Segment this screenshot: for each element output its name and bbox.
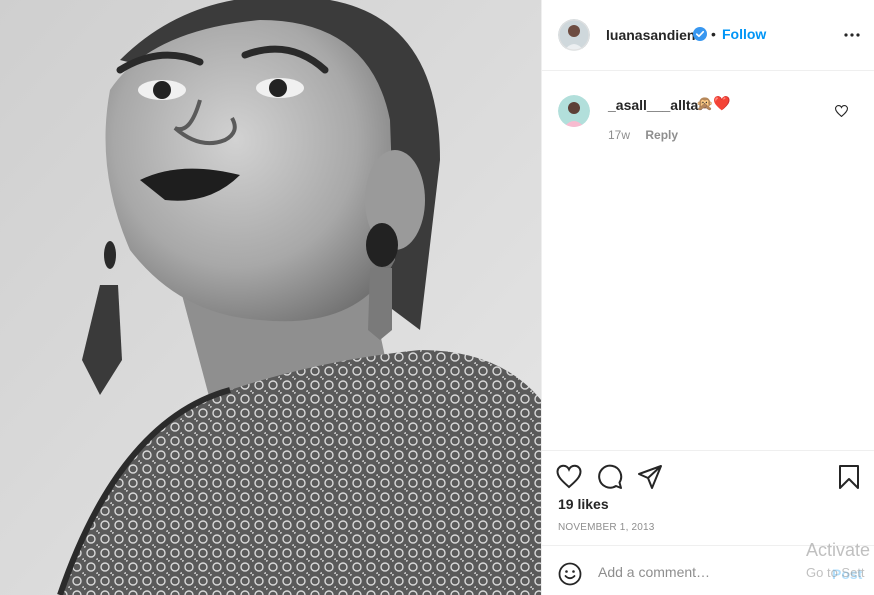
more-options-icon[interactable] xyxy=(843,27,861,43)
commenter-username[interactable]: _asall___alltaf xyxy=(608,97,703,113)
header-separator: • xyxy=(711,26,716,42)
activate-windows-settings-link: Go to Sett xyxy=(806,565,865,580)
post-side-panel: luanasandien • Follow _asall___alltaf 🙊❤… xyxy=(541,0,874,595)
post-header: luanasandien • Follow xyxy=(542,0,874,71)
activate-windows-watermark: Activate xyxy=(806,540,871,560)
likes-count[interactable]: 19 likes xyxy=(558,496,609,512)
share-icon[interactable] xyxy=(637,464,663,490)
follow-button[interactable]: Follow xyxy=(722,26,766,42)
add-comment-input[interactable] xyxy=(598,558,788,586)
post-photo[interactable] xyxy=(0,0,541,595)
bookmark-icon[interactable] xyxy=(836,464,862,490)
comment-icon[interactable] xyxy=(597,464,623,490)
post-date: NOVEMBER 1, 2013 xyxy=(558,522,655,533)
author-username[interactable]: luanasandien xyxy=(606,27,695,43)
comment-like-heart-icon[interactable] xyxy=(834,104,849,118)
portrait-image xyxy=(0,0,541,595)
comment-age: 17w xyxy=(608,128,631,142)
commenter-avatar[interactable] xyxy=(558,95,590,127)
comment-text: 🙊❤️ xyxy=(696,95,731,111)
author-avatar[interactable] xyxy=(558,19,590,51)
comment-meta: 17w Reply xyxy=(608,128,690,142)
verified-badge-icon xyxy=(693,27,707,41)
action-bar xyxy=(542,450,874,489)
heart-icon[interactable] xyxy=(556,464,582,490)
reply-button[interactable]: Reply xyxy=(645,128,678,142)
emoji-icon[interactable] xyxy=(558,562,582,586)
